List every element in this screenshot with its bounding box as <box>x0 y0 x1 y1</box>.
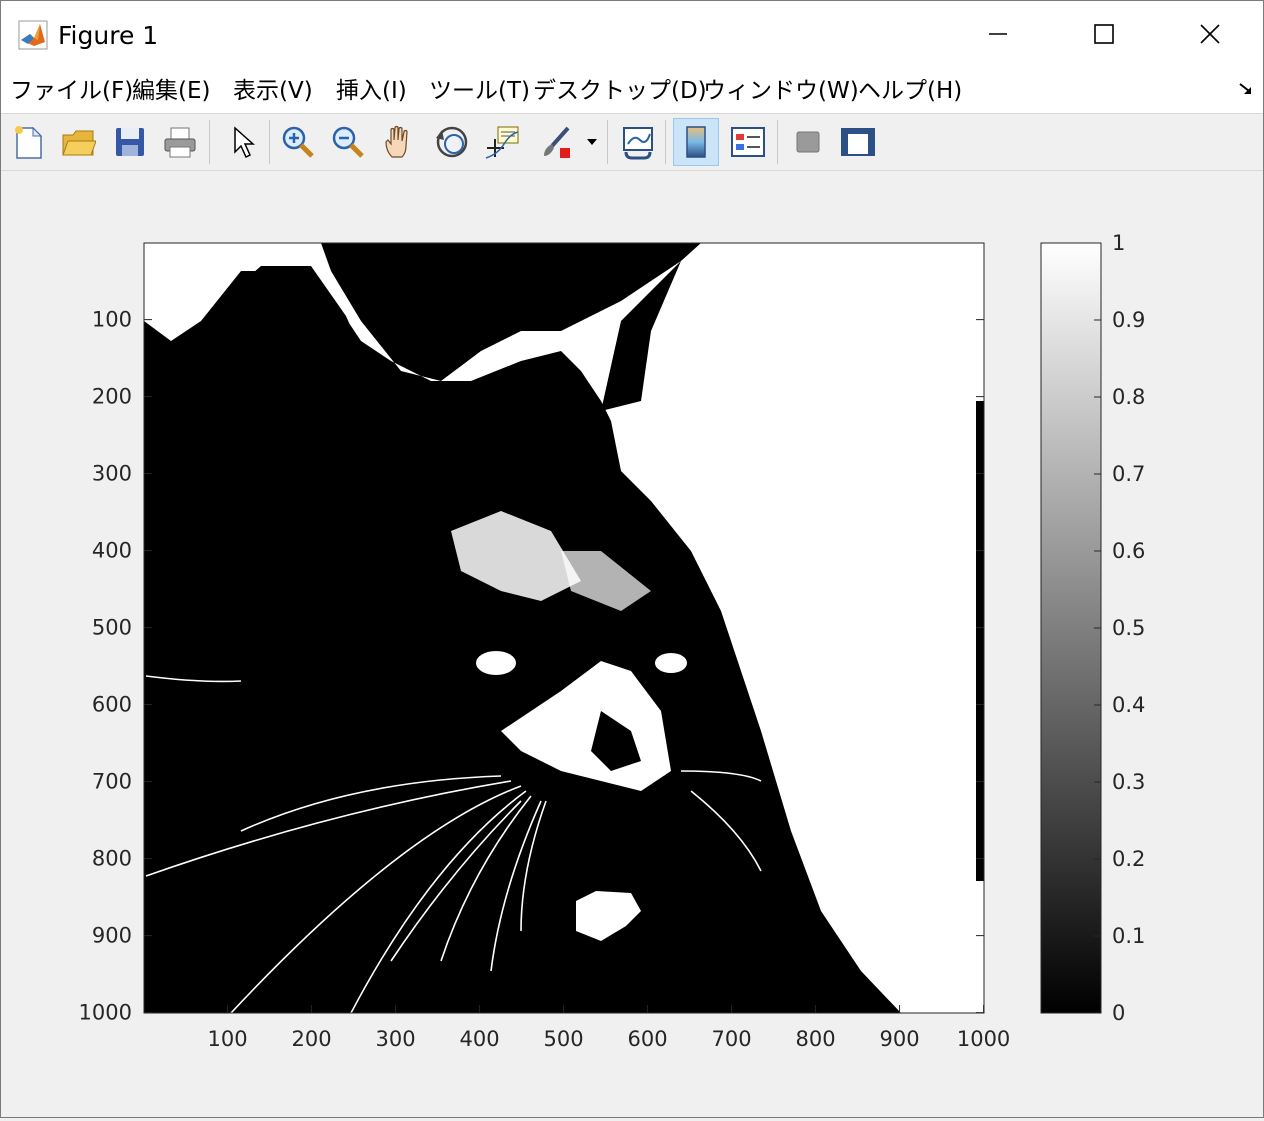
toolbar-separator <box>665 120 666 164</box>
show-plot-tools-icon <box>841 128 875 156</box>
colorbar-tick-label: 0.9 <box>1112 308 1145 332</box>
dock-arrow-icon[interactable] <box>1237 81 1255 101</box>
new-figure-icon <box>15 126 43 159</box>
link-plot-button[interactable] <box>615 118 661 166</box>
minimize-button[interactable] <box>947 1 1049 67</box>
edit-plot-button[interactable] <box>219 118 265 166</box>
menu-desktop[interactable]: デスクトップ(D) <box>533 73 707 109</box>
data-cursor-button[interactable] <box>479 118 525 166</box>
x-tick-label: 500 <box>544 1027 584 1051</box>
x-tick-label: 1000 <box>957 1027 1010 1051</box>
zoom-out-button[interactable] <box>325 118 371 166</box>
open-file-button[interactable] <box>55 118 101 166</box>
y-tick-label: 1000 <box>79 1001 132 1025</box>
maximize-icon <box>1094 24 1114 44</box>
menu-edit[interactable]: 編集(E) <box>132 73 210 109</box>
toolbar-separator <box>269 120 270 164</box>
x-tick-label: 600 <box>628 1027 668 1051</box>
menu-view[interactable]: 表示(V) <box>233 73 313 109</box>
open-file-icon <box>62 130 96 156</box>
legend-button[interactable] <box>725 118 771 166</box>
colorbar-icon <box>686 126 706 158</box>
y-tick-label: 400 <box>92 539 132 563</box>
brush-icon <box>544 126 570 158</box>
colorbar-tick-label: 0.2 <box>1112 847 1145 871</box>
brush-button[interactable] <box>533 118 579 166</box>
legend-icon <box>731 127 765 157</box>
x-tick-label: 300 <box>376 1027 416 1051</box>
x-tick-label: 200 <box>292 1027 332 1051</box>
link-plot-icon <box>623 127 653 160</box>
minimize-icon <box>989 33 1007 35</box>
colorbar-tick-label: 1 <box>1112 231 1125 255</box>
menu-bar: ファイル(F) 編集(E) 表示(V) 挿入(I) ツール(T) デスクトップ(… <box>1 69 1263 114</box>
y-tick-label: 500 <box>92 616 132 640</box>
window-title: Figure 1 <box>58 21 159 50</box>
y-tick-label: 600 <box>92 693 132 717</box>
x-tick-label: 700 <box>712 1027 752 1051</box>
x-tick-label: 800 <box>796 1027 836 1051</box>
hide-plot-tools-button[interactable] <box>785 118 831 166</box>
zoom-in-button[interactable] <box>275 118 321 166</box>
colorbar-tick-label: 0.5 <box>1112 616 1145 640</box>
y-tick-label: 700 <box>92 770 132 794</box>
y-tick-label: 100 <box>92 308 132 332</box>
rotate-3d-icon <box>436 126 468 158</box>
edit-plot-arrow-icon <box>234 126 255 159</box>
colorbar-axis: 0 0.1 0.2 0.3 0.4 0.5 0.6 0.7 0.8 0.9 1 <box>1094 231 1145 1025</box>
print-icon <box>164 127 196 158</box>
colorbar-tick-label: 0.3 <box>1112 770 1145 794</box>
save-button[interactable] <box>107 118 153 166</box>
colorbar-tick-label: 0.8 <box>1112 385 1145 409</box>
title-bar[interactable]: Figure 1 <box>1 1 1263 69</box>
print-button[interactable] <box>157 118 203 166</box>
colorbar-button[interactable] <box>673 118 719 166</box>
zoom-in-icon <box>282 126 314 158</box>
pan-hand-icon <box>385 125 408 158</box>
menu-window[interactable]: ウィンドウ(W) <box>703 73 859 109</box>
colorbar[interactable] <box>1040 242 1102 1014</box>
zoom-out-icon <box>332 126 364 158</box>
figure-toolbar <box>1 114 1263 171</box>
figure-canvas[interactable]: 100 200 300 400 500 600 700 800 900 1000 100 200 30… <box>1 171 1263 1117</box>
menu-help[interactable]: ヘルプ(H) <box>858 73 962 109</box>
colorbar-tick-label: 0 <box>1112 1001 1125 1025</box>
y-tick-label: 900 <box>92 924 132 948</box>
binarized-cat-image[interactable] <box>144 243 984 1013</box>
toolbar-separator <box>777 120 778 164</box>
data-cursor-icon <box>485 126 519 159</box>
brush-dropdown-button[interactable] <box>581 118 603 166</box>
menu-insert[interactable]: 挿入(I) <box>336 73 407 109</box>
figure-window: Figure 1 ファイル(F) 編集(E) 表示(V) 挿入(I) ツール(T… <box>0 0 1264 1118</box>
x-tick-label: 900 <box>880 1027 920 1051</box>
y-tick-label: 200 <box>92 385 132 409</box>
y-tick-label: 800 <box>92 847 132 871</box>
show-plot-tools-button[interactable] <box>835 118 881 166</box>
new-figure-button[interactable] <box>5 118 51 166</box>
y-tick-label: 300 <box>92 462 132 486</box>
close-button[interactable] <box>1159 1 1261 67</box>
colorbar-tick-label: 0.7 <box>1112 462 1145 486</box>
menu-file[interactable]: ファイル(F) <box>10 73 133 109</box>
toolbar-separator <box>209 120 210 164</box>
figure-svg: 100 200 300 400 500 600 700 800 900 1000 100 200 30… <box>79 231 1146 1051</box>
menu-tools[interactable]: ツール(T) <box>429 73 530 109</box>
matlab-logo-icon <box>18 20 48 50</box>
colorbar-tick-label: 0.1 <box>1112 924 1145 948</box>
toolbar-separator <box>607 120 608 164</box>
chevron-down-icon <box>587 139 597 145</box>
save-icon <box>116 128 144 156</box>
pan-button[interactable] <box>377 118 423 166</box>
x-tick-label: 400 <box>460 1027 500 1051</box>
x-tick-label: 100 <box>208 1027 248 1051</box>
colorbar-tick-label: 0.6 <box>1112 539 1145 563</box>
hide-plot-tools-icon <box>796 131 820 153</box>
maximize-button[interactable] <box>1053 1 1155 67</box>
close-icon <box>1200 24 1220 44</box>
rotate-button[interactable] <box>429 118 475 166</box>
colorbar-tick-label: 0.4 <box>1112 693 1145 717</box>
